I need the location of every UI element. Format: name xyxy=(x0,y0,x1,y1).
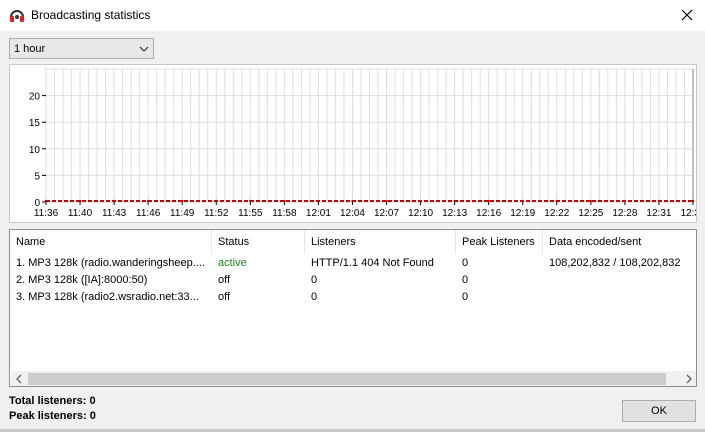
column-header-status[interactable]: Status xyxy=(212,230,305,254)
listeners-data-point xyxy=(555,199,558,203)
table-row[interactable]: 1. MP3 128k (radio.wanderingsheep.... ac… xyxy=(10,255,696,272)
listeners-data-point xyxy=(146,199,150,203)
listeners-data-point xyxy=(385,199,388,203)
stream-list[interactable]: Name Status Listeners Peak Listeners Dat… xyxy=(9,229,697,387)
column-header-peak-listeners[interactable]: Peak Listeners xyxy=(456,230,543,254)
total-listeners-value: 0 xyxy=(89,395,96,407)
close-icon[interactable] xyxy=(673,4,701,26)
stream-data xyxy=(543,289,696,306)
listeners-data-point xyxy=(691,199,695,203)
broadcast-headphones-icon xyxy=(10,10,24,22)
listeners-data-point xyxy=(78,199,82,203)
ok-button[interactable]: OK xyxy=(622,400,696,422)
scrollbar-thumb[interactable] xyxy=(28,373,666,385)
x-tick-label: 12:31 xyxy=(646,208,671,219)
x-tick-label: 12:10 xyxy=(408,208,433,219)
x-tick-label: 11:46 xyxy=(136,208,161,219)
listeners-data-point xyxy=(487,199,490,203)
listeners-data-point xyxy=(249,199,252,203)
stream-name: 3. MP3 128k (radio2.wsradio.net:33... xyxy=(16,291,199,303)
horizontal-scrollbar[interactable] xyxy=(11,371,697,387)
x-tick-label: 12:16 xyxy=(476,208,501,219)
y-tick-label: 20 xyxy=(29,92,41,103)
x-tick-label: 11:52 xyxy=(204,208,229,219)
y-tick-label: 15 xyxy=(29,118,41,129)
column-header-name[interactable]: Name xyxy=(10,230,212,254)
chevron-down-icon xyxy=(139,46,149,52)
listeners-data-point xyxy=(657,199,661,203)
scroll-right-icon[interactable] xyxy=(681,371,697,387)
x-tick-label: 12:22 xyxy=(544,208,569,219)
x-tick-label: 12:25 xyxy=(578,208,603,219)
stream-listeners: 0 xyxy=(311,291,318,303)
total-listeners-label: Total listeners: xyxy=(9,395,87,407)
list-header: Name Status Listeners Peak Listeners Dat… xyxy=(10,230,696,254)
listeners-data-point xyxy=(419,199,422,203)
x-tick-label: 12:13 xyxy=(442,208,467,219)
listeners-data-point xyxy=(589,199,593,203)
x-tick-label: 11:49 xyxy=(170,208,195,219)
stream-status: off xyxy=(218,291,231,303)
stream-data xyxy=(543,272,696,289)
chart-canvas: 0510152011:36 11:40 11:43 11:46 11:49 11:52 11… xyxy=(29,68,696,219)
listeners-data-point xyxy=(521,199,524,203)
x-tick-label: 12:19 xyxy=(510,208,535,219)
peak-listeners: Peak listeners: 0 xyxy=(9,410,96,422)
peak-listeners-value: 0 xyxy=(89,410,96,422)
listeners-data-point xyxy=(112,199,116,203)
listeners-data-point xyxy=(351,199,354,203)
x-tick-label: 11:58 xyxy=(272,208,297,219)
listeners-data-point xyxy=(215,199,218,203)
window-title: Broadcasting statistics xyxy=(31,8,151,22)
stream-data: 108,202,832 / 108,202,832 xyxy=(549,257,681,269)
stream-peak: 0 xyxy=(462,291,469,303)
column-header-listeners[interactable]: Listeners xyxy=(305,230,456,254)
table-row[interactable]: 2. MP3 128k ([IA]:8000:50) off 0 0 xyxy=(10,272,696,289)
stream-name: 2. MP3 128k ([IA]:8000:50) xyxy=(16,274,148,286)
stream-peak: 0 xyxy=(462,257,469,269)
stream-status: off xyxy=(218,274,231,286)
x-tick-label: 11:36 xyxy=(34,208,59,219)
y-tick-label: 5 xyxy=(34,171,40,182)
stream-listeners: 0 xyxy=(311,274,318,286)
listeners-data-point xyxy=(283,199,286,203)
x-tick-label: 12:07 xyxy=(374,208,399,219)
x-tick-label: 12:04 xyxy=(340,208,365,219)
listeners-data-point xyxy=(317,199,320,203)
peak-listeners-label: Peak listeners: xyxy=(9,410,87,422)
table-row[interactable]: 3. MP3 128k (radio2.wsradio.net:33... of… xyxy=(10,289,696,306)
title-bar: Broadcasting statistics xyxy=(0,0,705,31)
column-header-data[interactable]: Data encoded/sent xyxy=(543,230,696,254)
listeners-data-point xyxy=(181,199,184,203)
time-range-dropdown[interactable]: 1 hour xyxy=(9,38,154,59)
listeners-data-point xyxy=(623,199,627,203)
listeners-chart: 0 5 10 15 20 11:36 11:40 11:43 11:46 11:49 11:52 11… xyxy=(9,64,697,223)
x-tick-label: 12:28 xyxy=(612,208,637,219)
x-tick-label: 11:40 xyxy=(68,208,93,219)
listeners-data-point xyxy=(453,199,456,203)
time-range-value: 1 hour xyxy=(14,43,46,55)
stream-peak: 0 xyxy=(462,274,469,286)
x-tick-label: 12:01 xyxy=(306,208,331,219)
stream-name: 1. MP3 128k (radio.wanderingsheep.... xyxy=(16,257,205,269)
stream-listeners: HTTP/1.1 404 Not Found xyxy=(311,257,434,269)
total-listeners: Total listeners: 0 xyxy=(9,395,96,407)
listeners-data-point xyxy=(44,199,48,203)
y-tick-label: 10 xyxy=(29,145,41,156)
x-tick-label: 11:43 xyxy=(102,208,127,219)
x-tick-label: 11:55 xyxy=(238,208,263,219)
x-tick-label: 12:35 xyxy=(680,208,696,219)
stream-status: active xyxy=(218,257,247,269)
scroll-left-icon[interactable] xyxy=(11,371,27,387)
